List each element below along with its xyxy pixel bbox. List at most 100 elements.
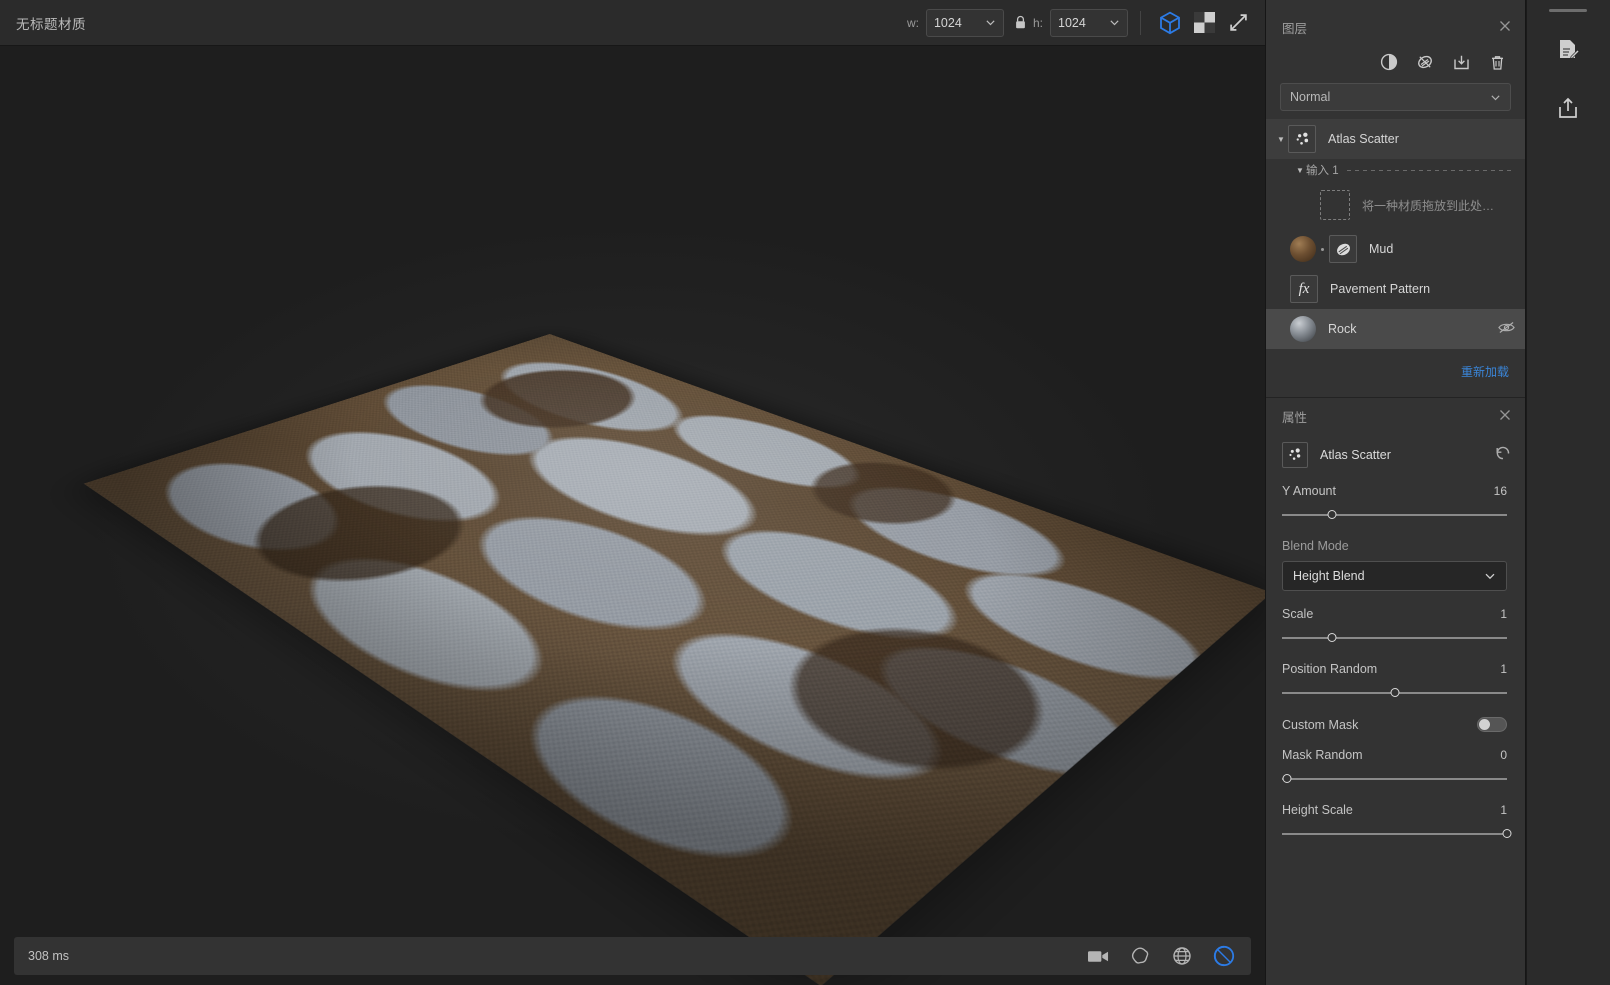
y-amount-slider[interactable] [1282, 507, 1507, 523]
reload-link[interactable]: 重新加载 [1461, 365, 1509, 379]
slider-track [1282, 514, 1507, 516]
camera-icon[interactable] [1085, 943, 1111, 969]
link-dot [1321, 247, 1324, 251]
prop-mask-random: Mask Random 0 [1266, 748, 1525, 787]
adjustment-layer-icon[interactable] [1379, 52, 1399, 72]
slider-knob[interactable] [1327, 633, 1336, 642]
mask-icon[interactable] [1415, 52, 1435, 72]
mask-icon [1329, 235, 1357, 263]
top-toolbar: 无标题材质 w: 1024 h: 1024 [0, 0, 1265, 46]
layer-name: Mud [1369, 242, 1394, 256]
properties-node-row: Atlas Scatter [1266, 434, 1525, 468]
width-select[interactable]: 1024 [925, 8, 1004, 37]
height-select[interactable]: 1024 [1050, 8, 1128, 37]
slider-knob[interactable] [1282, 774, 1291, 783]
main-area: 无标题材质 w: 1024 h: 1024 308 ms [0, 0, 1265, 985]
drop-placeholder-icon [1320, 190, 1350, 220]
viewport-controls [1085, 943, 1237, 969]
properties-panel-header: 属性 [1266, 398, 1525, 434]
disclosure-triangle-icon[interactable]: ▼ [1294, 166, 1306, 175]
properties-panel: 属性 Atlas Scatter Y Amount 16 Blend Mode … [1266, 398, 1525, 985]
share-upload-icon[interactable] [1548, 88, 1588, 128]
application-window: 无标题材质 w: 1024 h: 1024 308 ms 图层 Normal ▼… [0, 0, 1610, 985]
layer-input-group[interactable]: ▼ 输入 1 [1266, 159, 1525, 181]
chevron-down-icon [1484, 570, 1496, 582]
layer-name: Rock [1328, 322, 1357, 336]
2d-checker-icon[interactable] [1189, 8, 1219, 38]
layers-panel: 图层 Normal ▼ Atlas Scatter ▼ 输入 1 将一种材质拖放… [1266, 0, 1525, 397]
layer-blend-mode-select[interactable]: Normal [1280, 83, 1511, 111]
mask-random-slider[interactable] [1282, 771, 1507, 787]
panel-drag-handle[interactable] [1266, 0, 1525, 9]
drop-zone-text: 将一种材质拖放到此处… [1362, 198, 1495, 213]
prop-label: Height Scale [1282, 803, 1353, 817]
layer-row-rock[interactable]: Rock [1266, 309, 1525, 349]
layer-name: Pavement Pattern [1330, 282, 1431, 296]
layer-row-atlas-scatter[interactable]: ▼ Atlas Scatter [1266, 119, 1525, 159]
height-label: h: [1032, 15, 1043, 30]
custom-mask-toggle[interactable] [1477, 717, 1507, 732]
prop-height-scale: Height Scale 1 [1266, 803, 1525, 842]
blend-mode-select[interactable]: Height Blend [1282, 561, 1507, 591]
right-rail [1525, 0, 1610, 985]
material-preview-plane[interactable] [83, 334, 1265, 985]
material-sphere-icon [1290, 316, 1316, 342]
properties-panel-title: 属性 [1282, 410, 1308, 425]
toggle-knob [1479, 719, 1490, 730]
eye-off-icon[interactable] [1498, 321, 1515, 337]
layer-name: Atlas Scatter [1328, 132, 1399, 146]
chevron-down-icon [985, 17, 996, 28]
prop-custom-mask: Custom Mask [1266, 717, 1525, 732]
material-sphere-icon [1290, 236, 1316, 262]
slider-knob[interactable] [1327, 510, 1336, 519]
dashed-divider [1346, 169, 1511, 171]
right-panel-column: 图层 Normal ▼ Atlas Scatter ▼ 输入 1 将一种材质拖放… [1265, 0, 1525, 985]
material-drop-zone[interactable]: 将一种材质拖放到此处… [1266, 181, 1525, 229]
scale-slider[interactable] [1282, 630, 1507, 646]
chevron-down-icon [1109, 17, 1120, 28]
height-scale-slider[interactable] [1282, 826, 1512, 842]
render-toggle-icon[interactable] [1211, 943, 1237, 969]
slider-track [1282, 833, 1507, 835]
viewport-status-bar: 308 ms [14, 937, 1251, 975]
chevron-down-icon [1490, 92, 1501, 103]
input-group-label: 输入 1 [1306, 165, 1339, 177]
lock-icon[interactable] [1013, 15, 1029, 30]
fx-icon: fx [1290, 275, 1318, 303]
3d-cube-icon[interactable] [1155, 8, 1185, 38]
prop-blend-mode: Blend Mode Height Blend [1266, 539, 1525, 591]
prop-value[interactable]: 1 [1500, 803, 1507, 817]
slider-knob[interactable] [1390, 688, 1399, 697]
rail-divider [1526, 0, 1527, 985]
width-value: 1024 [933, 15, 962, 30]
close-icon[interactable] [1499, 20, 1511, 35]
close-icon[interactable] [1499, 409, 1511, 424]
export-document-icon[interactable] [1548, 30, 1588, 70]
atlas-scatter-icon [1288, 125, 1316, 153]
prop-label: Mask Random [1282, 748, 1363, 762]
toolbar-right-group: w: 1024 h: 1024 [895, 0, 1265, 45]
disclosure-triangle-icon[interactable]: ▼ [1274, 135, 1288, 144]
environment-icon[interactable] [1127, 943, 1153, 969]
layer-row-pavement-pattern[interactable]: fx Pavement Pattern [1266, 269, 1525, 309]
position-random-slider[interactable] [1282, 685, 1507, 701]
layer-row-mud[interactable]: Mud [1266, 229, 1525, 269]
prop-value[interactable]: 0 [1500, 748, 1507, 762]
expand-arrows-icon[interactable] [1223, 8, 1253, 38]
prop-value[interactable]: 16 [1494, 484, 1507, 498]
viewport-stage [0, 46, 1265, 985]
reload-row: 重新加载 [1266, 349, 1525, 397]
layers-toolbar [1266, 45, 1525, 79]
layers-panel-header: 图层 [1266, 9, 1525, 45]
rail-drag-handle[interactable] [1549, 9, 1587, 12]
import-icon[interactable] [1451, 52, 1471, 72]
globe-grid-icon[interactable] [1169, 943, 1195, 969]
prop-value[interactable]: 1 [1500, 662, 1507, 676]
slider-knob[interactable] [1502, 829, 1512, 838]
stone-pavement-material [83, 334, 1265, 985]
delete-icon[interactable] [1487, 52, 1507, 72]
prop-value[interactable]: 1 [1500, 607, 1507, 621]
3d-viewport[interactable]: 308 ms [0, 46, 1265, 985]
reset-icon[interactable] [1495, 445, 1511, 465]
render-time-label: 308 ms [28, 949, 69, 963]
